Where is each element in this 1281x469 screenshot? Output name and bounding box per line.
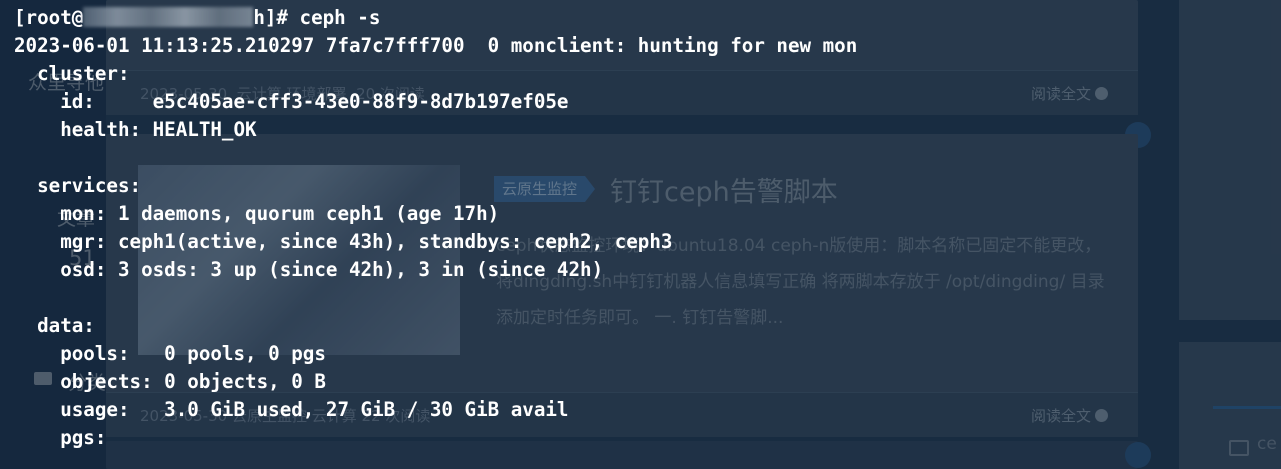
terminal-output-line: pgs: bbox=[14, 426, 107, 449]
terminal-output-line: cluster: bbox=[14, 62, 130, 85]
terminal-prompt-line: [root@ h]# ceph -s bbox=[14, 6, 381, 29]
terminal-output-line: health: HEALTH_OK bbox=[14, 118, 257, 141]
terminal-output-line: objects: 0 objects, 0 B bbox=[14, 370, 326, 393]
terminal-output-line: mgr: ceph1(active, since 43h), standbys:… bbox=[14, 230, 673, 253]
terminal-output-line: osd: 3 osds: 3 up (since 42h), 3 in (sin… bbox=[14, 258, 604, 281]
terminal-output-line: services: bbox=[14, 174, 142, 197]
terminal-output-line: data: bbox=[14, 314, 95, 337]
redacted-hostname bbox=[83, 7, 254, 27]
terminal-output-line: id: e5c405ae-cff3-43e0-88f9-8d7b197ef05e bbox=[14, 90, 569, 113]
terminal-output-line: pools: 0 pools, 0 pgs bbox=[14, 342, 326, 365]
terminal-output-line: 2023-06-01 11:13:25.210297 7fa7c7fff700 … bbox=[14, 34, 858, 57]
terminal-output-line: usage: 3.0 GiB used, 27 GiB / 30 GiB ava… bbox=[14, 398, 569, 421]
terminal-window[interactable]: [root@ h]# ceph -s 2023-06-01 11:13:25.21… bbox=[0, 0, 1281, 469]
terminal-output-line: mon: 1 daemons, quorum ceph1 (age 17h) bbox=[14, 202, 500, 225]
